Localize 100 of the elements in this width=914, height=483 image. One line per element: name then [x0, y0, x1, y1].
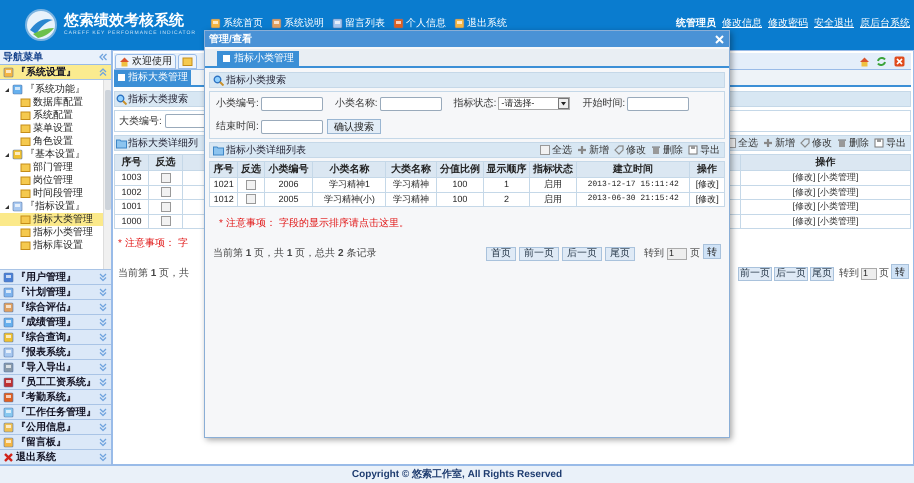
menu-section[interactable]: 退出系统: [0, 450, 111, 465]
page-button[interactable]: 前一页: [519, 246, 559, 260]
input-field[interactable]: [260, 120, 323, 134]
page-button[interactable]: 首页: [486, 246, 516, 260]
input-field[interactable]: [627, 96, 690, 110]
checkbox[interactable]: [246, 194, 256, 204]
action-link[interactable]: [小类管理]: [818, 171, 859, 184]
page-button[interactable]: 前一页: [738, 266, 772, 280]
tree-item[interactable]: 指标小类管理: [0, 226, 103, 239]
menu-section[interactable]: 『综合查询』: [0, 330, 111, 345]
action-link[interactable]: [修改]: [690, 178, 724, 192]
input-field[interactable]: [380, 96, 442, 110]
toolbar-button[interactable]: 修改: [812, 136, 832, 150]
page-button[interactable]: 尾页: [605, 246, 635, 260]
tree-item[interactable]: 菜单设置: [0, 122, 103, 135]
note-link[interactable]: 字段的显示排序请点击这里。: [278, 216, 409, 231]
menu-section[interactable]: 『公用信息』: [0, 420, 111, 435]
tree-item[interactable]: 岗位管理: [0, 174, 103, 187]
menu-section[interactable]: 『考勤系统』: [0, 390, 111, 405]
checkbox[interactable]: [160, 172, 170, 183]
toolbar-button[interactable]: 新增: [589, 142, 609, 158]
nav-link[interactable]: 留言列表: [345, 16, 386, 31]
page-button[interactable]: 后一页: [562, 246, 602, 260]
toolbar-button[interactable]: 新增: [775, 136, 795, 150]
action-link[interactable]: [修改]: [792, 214, 816, 228]
header-link[interactable]: 修改密码: [768, 16, 808, 31]
action-link[interactable]: [修改]: [690, 192, 724, 206]
header-link[interactable]: 原后台系统: [860, 16, 910, 31]
tree-item[interactable]: 时间段管理: [0, 187, 103, 200]
search-icon: [213, 74, 224, 86]
checkbox[interactable]: [540, 145, 550, 155]
tree-item[interactable]: 系统配置: [0, 109, 103, 122]
menu-section[interactable]: 『留言板』: [0, 435, 111, 450]
action-link[interactable]: [修改]: [792, 171, 816, 184]
close-icon: [894, 56, 905, 66]
toolbar-button[interactable]: 修改: [626, 142, 646, 158]
note-link[interactable]: 字: [178, 236, 188, 251]
header-link[interactable]: 修改信息: [722, 16, 762, 31]
menu-section[interactable]: 『成绩管理』: [0, 315, 111, 330]
page-unit: 页: [690, 247, 700, 261]
menu-section[interactable]: 『工作任务管理』: [0, 405, 111, 420]
page-input[interactable]: 1: [861, 268, 877, 280]
tree-node[interactable]: 『指标设置』: [25, 199, 85, 214]
section-title: 指标大类搜索: [128, 92, 188, 106]
nav-link[interactable]: 系统首页: [223, 16, 264, 31]
nav-link[interactable]: 个人信息: [406, 16, 446, 31]
checkbox[interactable]: [160, 187, 170, 198]
nav-link[interactable]: 退出系统: [467, 16, 508, 31]
checkbox[interactable]: [160, 216, 170, 226]
menu-section[interactable]: 『导入导出』: [0, 360, 111, 375]
menu-section[interactable]: 『计划管理』: [0, 285, 111, 300]
header-link[interactable]: 安全退出: [814, 16, 854, 31]
dropdown[interactable]: -请选择-: [498, 97, 570, 110]
toolbar-button[interactable]: 全选: [552, 142, 572, 158]
action-link[interactable]: [修改]: [792, 186, 816, 199]
tab[interactable]: 欢迎使用: [115, 54, 176, 69]
action-link[interactable]: [小类管理]: [818, 186, 859, 199]
go-button[interactable]: 转: [891, 264, 909, 279]
close-button[interactable]: [714, 34, 725, 44]
table-cell: 学习精神: [386, 192, 437, 206]
tree-node[interactable]: 『系统功能』: [25, 82, 85, 97]
page-button[interactable]: 尾页: [810, 266, 834, 280]
scrollbar[interactable]: [103, 80, 111, 269]
action-link[interactable]: [小类管理]: [818, 214, 859, 228]
scrollbar-thumb[interactable]: [104, 90, 110, 210]
checkbox[interactable]: [246, 180, 256, 190]
tree-item[interactable]: 指标库设置: [0, 239, 103, 252]
checkbox[interactable]: [160, 202, 170, 212]
toolbar-button[interactable]: 全选: [738, 136, 758, 150]
table-cell: 2006: [264, 178, 313, 192]
toolbar-button[interactable]: 删除: [663, 142, 683, 158]
refresh-icon: [876, 56, 888, 66]
menu-section[interactable]: 『系统设置』: [0, 65, 111, 80]
nav-link[interactable]: 系统说明: [284, 16, 324, 31]
tab[interactable]: [178, 54, 197, 69]
section-label: 退出系统: [16, 450, 56, 464]
toolbar-button[interactable]: 导出: [886, 136, 906, 150]
tree-node[interactable]: 『基本设置』: [25, 147, 85, 162]
go-button[interactable]: 转: [703, 244, 721, 259]
column-header: 序号: [210, 162, 238, 178]
search-button[interactable]: 确认搜索: [326, 119, 381, 134]
table-cell: 1001: [114, 200, 148, 214]
close-icon: [714, 34, 725, 44]
action-link[interactable]: [小类管理]: [818, 200, 859, 214]
chevron-down-icon: [98, 287, 108, 297]
tree-item[interactable]: 数据库配置: [0, 96, 103, 109]
tree-item[interactable]: 角色设置: [0, 135, 103, 148]
toolbar-button[interactable]: 删除: [849, 136, 869, 150]
menu-section[interactable]: 『员工工资系统』: [0, 375, 111, 390]
note-icon: [20, 110, 31, 121]
action-link[interactable]: [修改]: [792, 200, 816, 214]
tree-item[interactable]: 指标大类管理: [0, 213, 103, 226]
toolbar-button[interactable]: 导出: [700, 142, 720, 158]
input-field[interactable]: [260, 96, 323, 110]
page-input[interactable]: 1: [667, 248, 687, 260]
page-button[interactable]: 后一页: [774, 266, 808, 280]
menu-section[interactable]: 『综合评估』: [0, 300, 111, 315]
menu-section[interactable]: 『报表系统』: [0, 345, 111, 360]
menu-section[interactable]: 『用户管理』: [0, 270, 111, 285]
tree-item[interactable]: 部门管理: [0, 161, 103, 174]
